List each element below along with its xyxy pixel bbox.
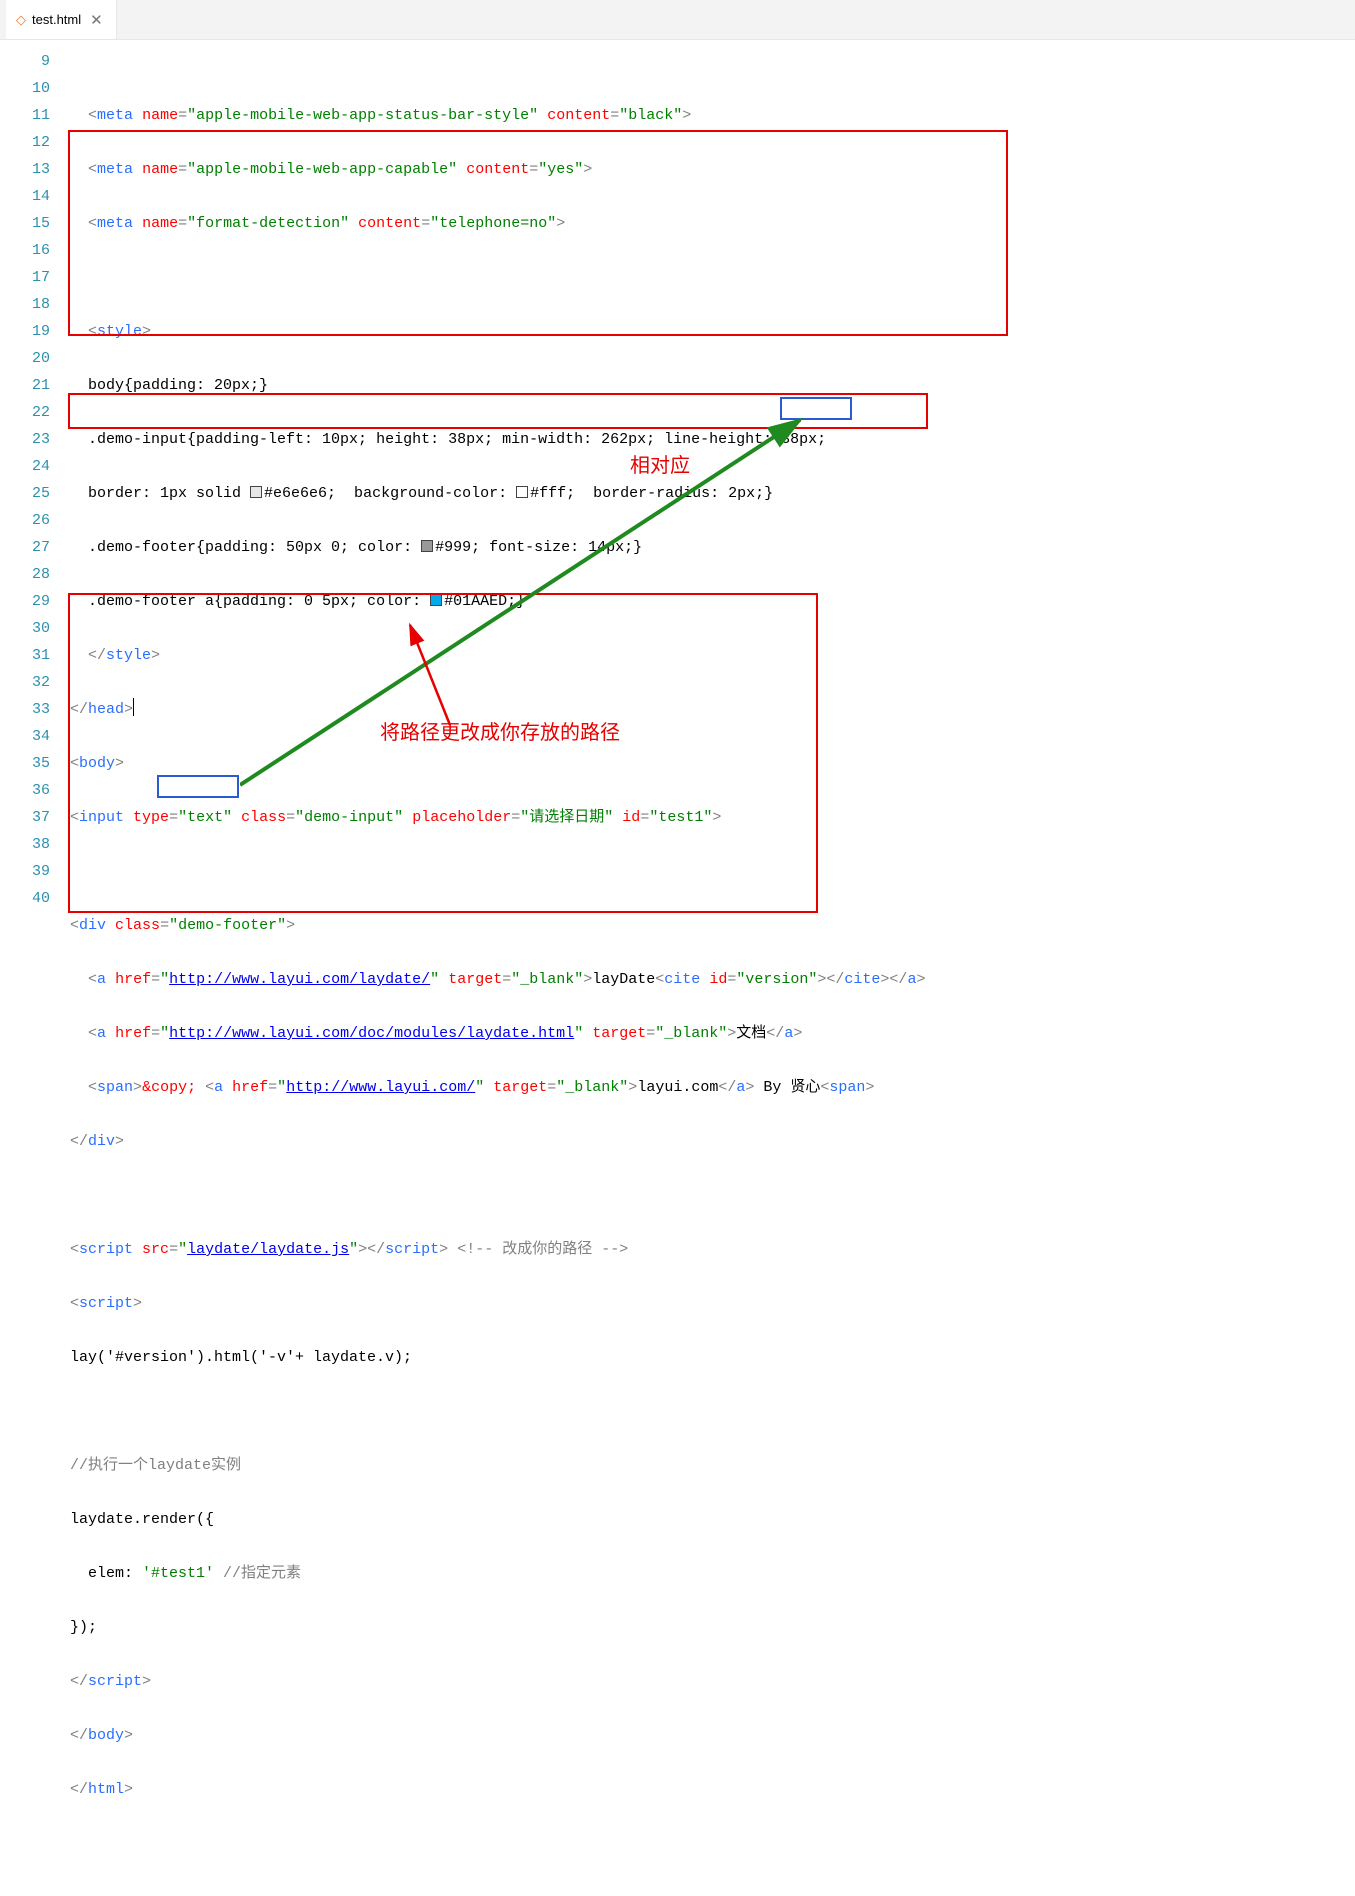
tab-filename: test.html xyxy=(32,12,81,27)
close-icon[interactable]: ✕ xyxy=(87,11,106,29)
code-area[interactable]: <meta name="apple-mobile-web-app-status-… xyxy=(70,40,1355,1896)
highlight-box-elem-val xyxy=(157,775,239,798)
file-tab[interactable]: ◇ test.html ✕ xyxy=(6,0,117,39)
code-editor[interactable]: 9101112131415161718192021222324252627282… xyxy=(0,40,1355,1896)
highlight-box-id-attr xyxy=(780,397,852,420)
html-file-icon: ◇ xyxy=(16,12,26,28)
annotation-change-path: 将路径更改成你存放的路径 xyxy=(380,720,620,747)
line-number-gutter: 9101112131415161718192021222324252627282… xyxy=(0,40,70,1896)
annotation-corresponding: 相对应 xyxy=(630,453,690,480)
tab-bar: ◇ test.html ✕ xyxy=(0,0,1355,40)
